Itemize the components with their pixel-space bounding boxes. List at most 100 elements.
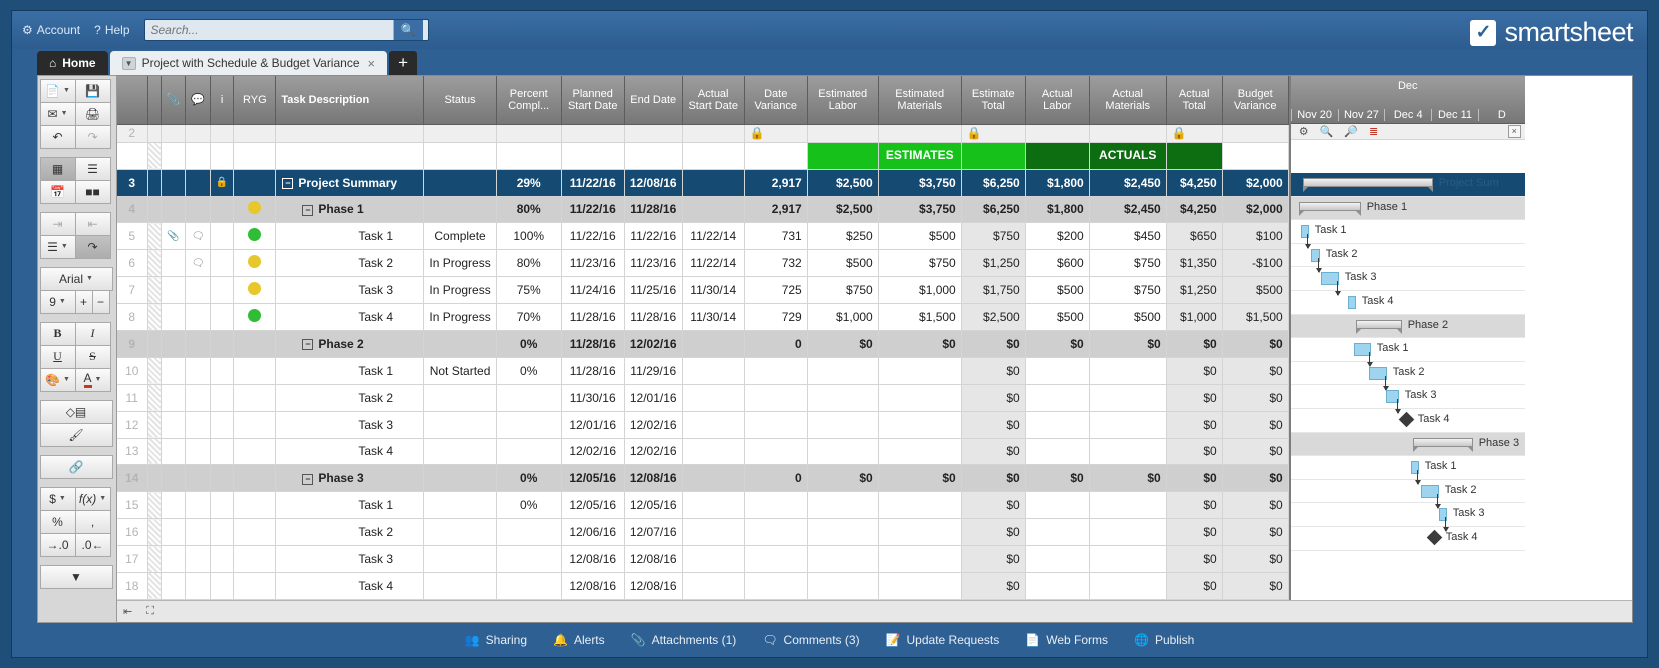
- cell-info[interactable]: [210, 518, 235, 547]
- cell-end[interactable]: 12/02/16: [624, 411, 683, 439]
- cell-status[interactable]: [423, 464, 497, 493]
- cell-end[interactable]: 12/08/16: [624, 464, 683, 493]
- calendar-view-icon[interactable]: 📅: [39, 179, 76, 204]
- cell-emat[interactable]: [878, 384, 962, 412]
- font-family-select[interactable]: Arial ▼: [39, 266, 113, 291]
- column-header-comment[interactable]: 💬: [185, 76, 211, 125]
- cell-emat[interactable]: [878, 572, 962, 600]
- tab-sheet[interactable]: ▼ Project with Schedule & Budget Varianc…: [109, 51, 388, 75]
- cell-amat[interactable]: $500: [1089, 303, 1167, 331]
- cell-attach[interactable]: [161, 491, 187, 520]
- add-tab-button[interactable]: +: [389, 51, 418, 75]
- cell-comment[interactable]: [185, 572, 211, 600]
- row-number[interactable]: 10: [117, 357, 148, 385]
- cell-etot[interactable]: $0: [961, 384, 1026, 412]
- cell-info[interactable]: [210, 330, 235, 358]
- cell-info[interactable]: [210, 545, 235, 573]
- cell-bvar[interactable]: $0: [1222, 411, 1289, 439]
- cell-astart[interactable]: [682, 518, 745, 547]
- cell-task-description[interactable]: Task 3: [275, 545, 425, 573]
- row-number[interactable]: 17: [117, 545, 148, 573]
- cell-astart[interactable]: [682, 196, 745, 224]
- cell-alab[interactable]: $0: [1025, 330, 1090, 358]
- cell-attach[interactable]: [161, 196, 187, 224]
- cell-dvar[interactable]: [744, 384, 808, 412]
- cell-astart[interactable]: [682, 491, 745, 520]
- cell-pstart[interactable]: 12/06/16: [561, 518, 625, 547]
- cell-task-description[interactable]: Task 2: [275, 384, 425, 412]
- column-header-dvar[interactable]: Date Variance: [744, 76, 808, 125]
- cell-elab[interactable]: $500: [807, 249, 879, 278]
- cell-task-description[interactable]: − Phase 2: [275, 330, 425, 358]
- cell-atot[interactable]: $0: [1166, 518, 1223, 547]
- cell-dvar[interactable]: 731: [744, 222, 808, 251]
- cell-elab[interactable]: $0: [807, 464, 879, 493]
- cell-emat[interactable]: [878, 438, 962, 466]
- cell-ryg[interactable]: [233, 411, 277, 439]
- close-icon[interactable]: ×: [1507, 125, 1521, 138]
- row-number[interactable]: 4: [117, 196, 148, 224]
- collapse-toolbar-button[interactable]: ▼: [39, 564, 113, 589]
- cell-pct[interactable]: 75%: [496, 276, 562, 305]
- cell-status[interactable]: In Progress: [423, 303, 497, 331]
- cell-pstart[interactable]: 11/28/16: [561, 357, 625, 385]
- column-header-pstart[interactable]: Planned Start Date: [561, 76, 625, 125]
- email-icon[interactable]: ✉ ▼: [39, 101, 76, 126]
- cell-status[interactable]: [423, 330, 497, 358]
- cell-bvar[interactable]: $0: [1222, 384, 1289, 412]
- cell-info[interactable]: [210, 196, 235, 224]
- cell-end[interactable]: 11/23/16: [624, 249, 683, 278]
- cell-end[interactable]: 12/08/16: [624, 572, 683, 600]
- cell-info[interactable]: [210, 438, 235, 466]
- cell-end[interactable]: 12/08/16: [624, 169, 683, 197]
- cell-elab[interactable]: $0: [807, 330, 879, 358]
- font-color-icon[interactable]: A ▼: [74, 367, 111, 392]
- cell-atot[interactable]: $0: [1166, 545, 1223, 573]
- account-menu[interactable]: ⚙ Account: [22, 23, 80, 37]
- cell-pct[interactable]: 80%: [496, 196, 562, 224]
- search-box[interactable]: 🔍: [143, 19, 429, 41]
- cell-elab[interactable]: [807, 518, 879, 547]
- cell-elab[interactable]: [807, 357, 879, 385]
- zoom-in-icon[interactable]: 🔎: [1344, 125, 1358, 138]
- cell-alab[interactable]: $200: [1025, 222, 1090, 251]
- statusbar-item-update[interactable]: 📝 Update Requests: [876, 629, 1010, 651]
- cell-atot[interactable]: $0: [1166, 330, 1223, 358]
- status-badge[interactable]: [233, 303, 277, 331]
- row-number[interactable]: 18: [117, 572, 148, 600]
- cell-alab[interactable]: [1025, 357, 1090, 385]
- cell-amat[interactable]: $2,450: [1089, 196, 1167, 224]
- cell-end[interactable]: 12/02/16: [624, 330, 683, 358]
- cell-bvar[interactable]: $2,000: [1222, 196, 1289, 224]
- cell-alab[interactable]: [1025, 491, 1090, 520]
- bold-button[interactable]: B: [39, 321, 76, 346]
- cell-alab[interactable]: $1,800: [1025, 196, 1090, 224]
- conditional-format-icon[interactable]: ◇▤: [39, 399, 113, 424]
- cell-dvar[interactable]: 2,917: [744, 196, 808, 224]
- cell-etot[interactable]: $0: [961, 545, 1026, 573]
- cell-etot[interactable]: $0: [961, 572, 1026, 600]
- cell-comment[interactable]: [185, 196, 211, 224]
- cell-bvar[interactable]: $0: [1222, 545, 1289, 573]
- statusbar-item-sharing[interactable]: 👥 Sharing: [455, 629, 537, 651]
- row-number[interactable]: 12: [117, 411, 148, 439]
- link-icon[interactable]: 🔗: [39, 454, 113, 479]
- cell-dvar[interactable]: 0: [744, 330, 808, 358]
- collapse-toggle[interactable]: −: [302, 339, 314, 351]
- cell-emat[interactable]: [878, 411, 962, 439]
- cell-attach[interactable]: [161, 303, 187, 331]
- row-number[interactable]: 3: [117, 169, 148, 197]
- cell-bvar[interactable]: $0: [1222, 518, 1289, 547]
- cell-attach[interactable]: [161, 169, 187, 197]
- cell-atot[interactable]: $0: [1166, 384, 1223, 412]
- cell-bvar[interactable]: -$100: [1222, 249, 1289, 278]
- underline-button[interactable]: U: [39, 344, 76, 369]
- gantt-task-bar[interactable]: [1347, 295, 1356, 309]
- column-header-info[interactable]: i: [210, 76, 235, 125]
- search-icon[interactable]: 🔍: [392, 20, 423, 40]
- cell-ryg[interactable]: [233, 464, 277, 493]
- cell-task-description[interactable]: Task 4: [275, 438, 425, 466]
- highlighter-icon[interactable]: 🖌: [39, 422, 113, 447]
- row-number[interactable]: 7: [117, 276, 148, 305]
- cell-alab[interactable]: [1025, 438, 1090, 466]
